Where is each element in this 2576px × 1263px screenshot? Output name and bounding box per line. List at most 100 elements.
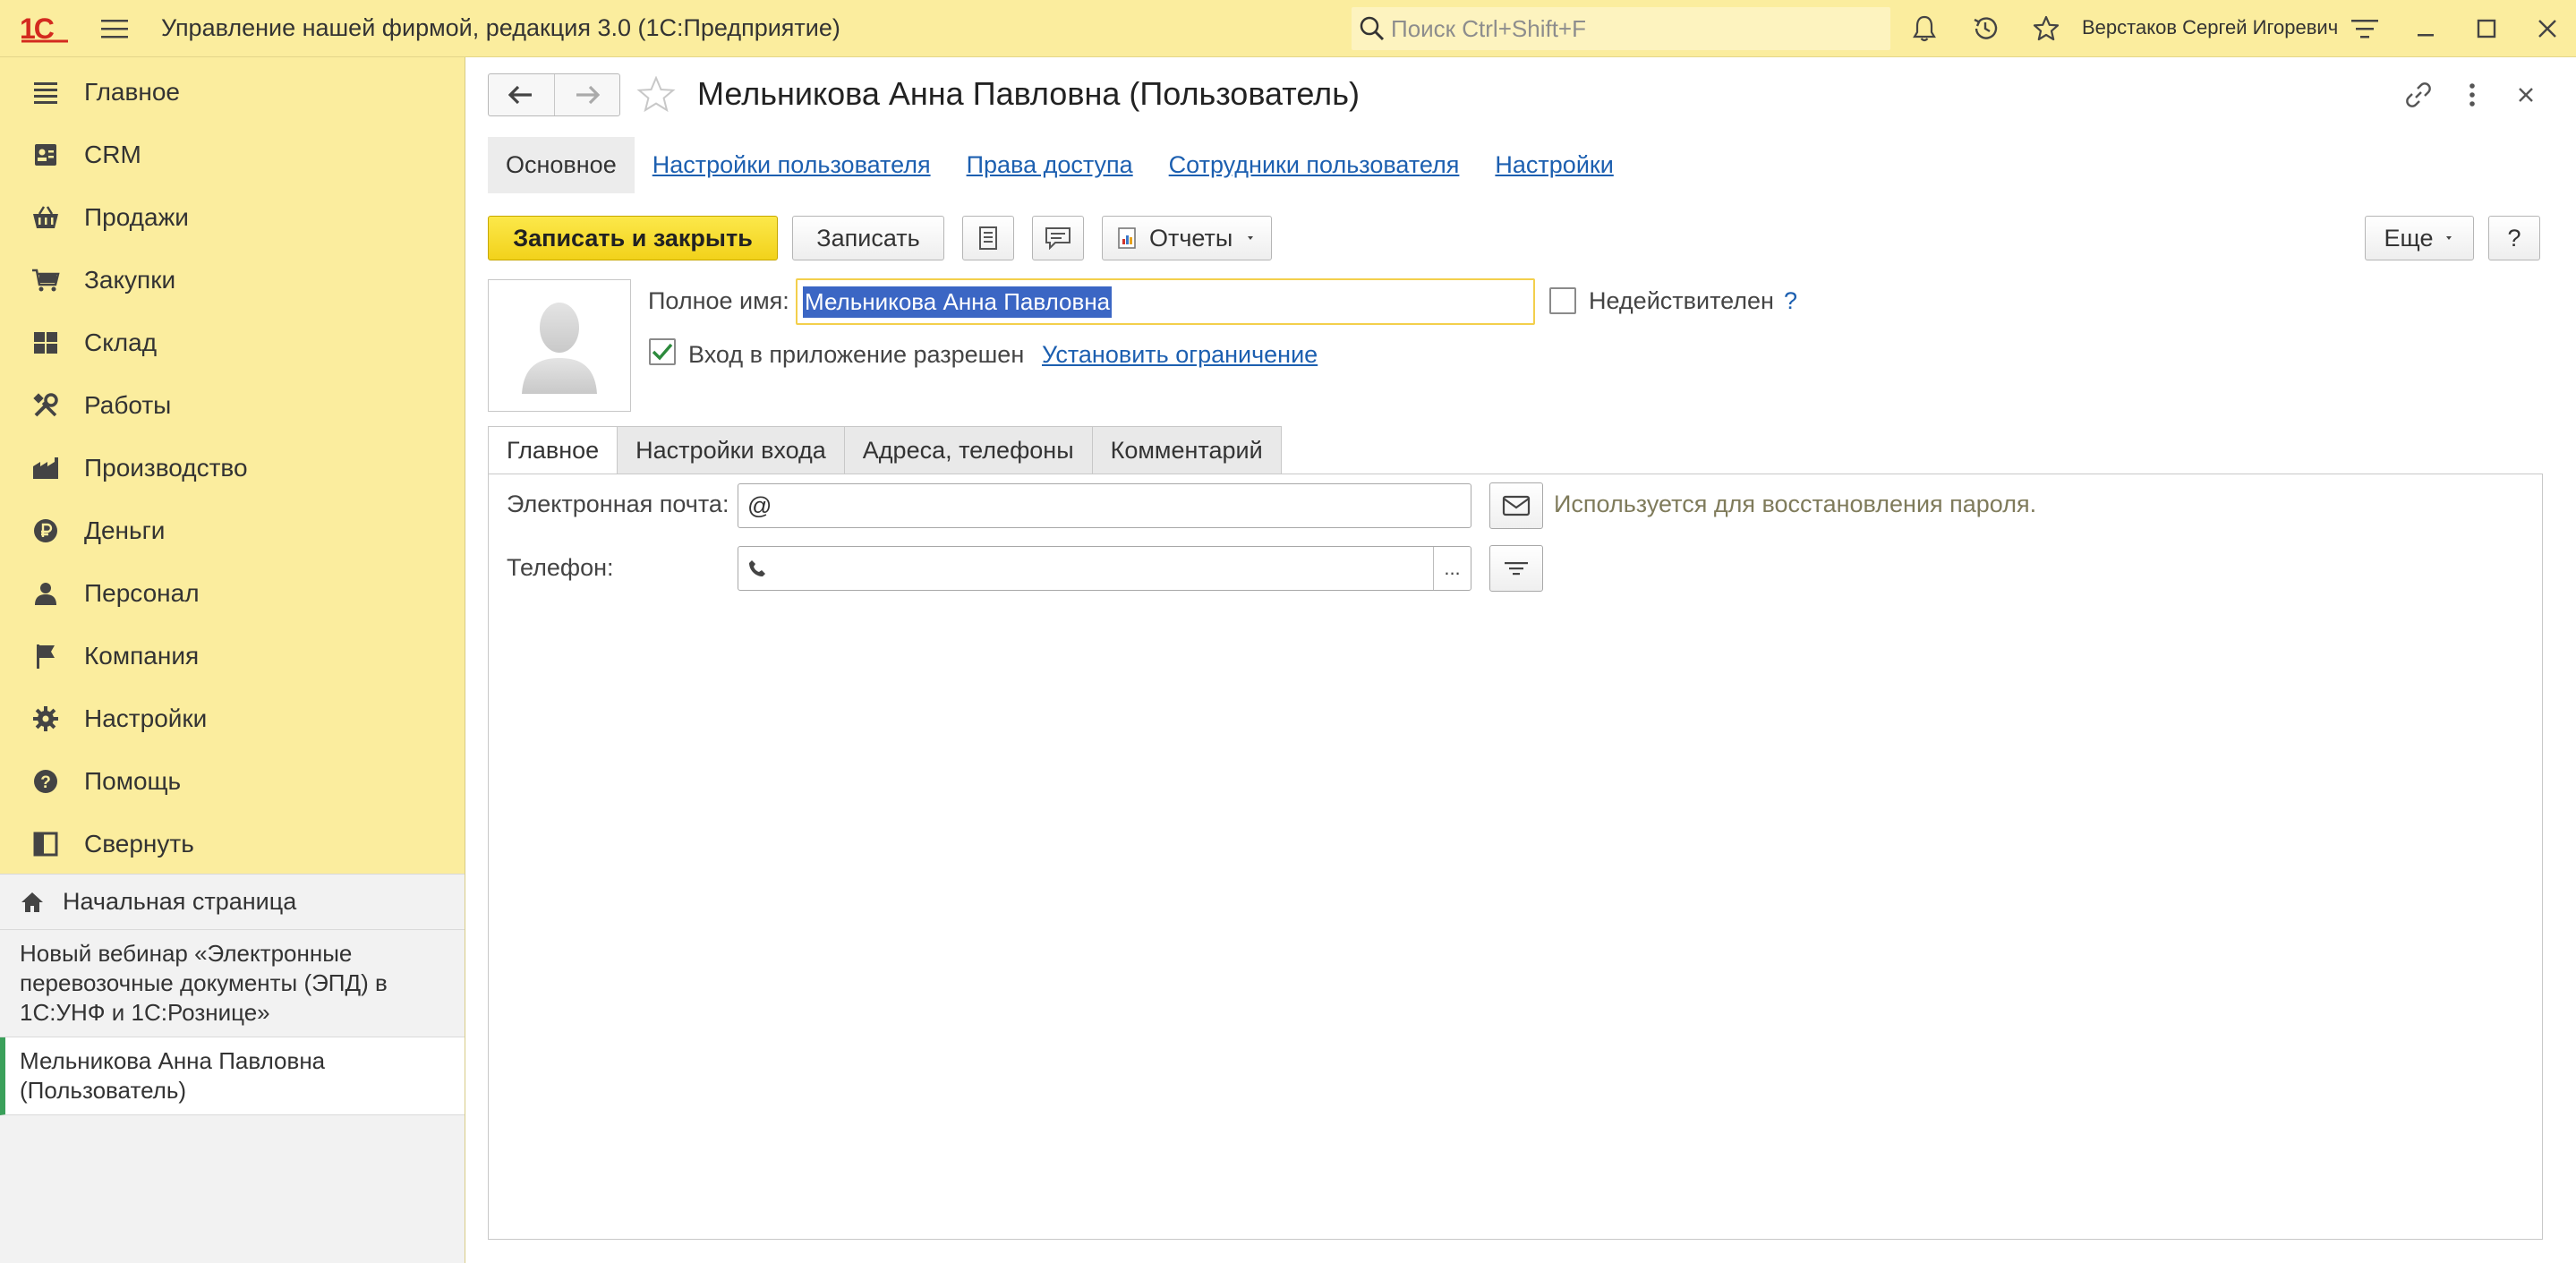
nav-link-access-rights[interactable]: Права доступа xyxy=(967,151,1133,179)
tab-page-main: Электронная почта: Используется для восс… xyxy=(488,474,2543,1240)
dropdown-arrow-icon xyxy=(2446,236,2452,240)
app-title: Управление нашей фирмой, редакция 3.0 (1… xyxy=(161,14,840,41)
favorites-button[interactable] xyxy=(2025,7,2068,50)
section-label: Работы xyxy=(84,391,172,419)
section-label: Компания xyxy=(84,642,200,670)
section-company[interactable]: Компания xyxy=(0,625,465,687)
phone-input[interactable] xyxy=(776,548,1433,589)
section-label: Закупки xyxy=(84,266,176,294)
global-search[interactable] xyxy=(1352,7,1890,50)
section-collapse[interactable]: Свернуть xyxy=(0,813,465,875)
user-form: Мельникова Анна Павловна (Пользователь) … xyxy=(466,57,2576,1263)
save-and-close-button[interactable]: Записать и закрыть xyxy=(488,216,778,260)
section-purchases[interactable]: Закупки xyxy=(0,249,465,311)
section-crm[interactable]: CRM xyxy=(0,124,465,186)
report-icon xyxy=(1118,227,1136,249)
invalid-help-link[interactable]: ? xyxy=(1784,287,1797,315)
section-help[interactable]: ? Помощь xyxy=(0,750,465,813)
section-label: Помощь xyxy=(84,767,182,795)
maximize-button[interactable] xyxy=(2465,7,2508,50)
user-photo[interactable] xyxy=(488,279,631,412)
minimize-button[interactable] xyxy=(2404,7,2447,50)
envelope-icon xyxy=(1502,495,1531,516)
section-money[interactable]: Деньги xyxy=(0,499,465,562)
email-label: Электронная почта: xyxy=(507,491,729,517)
section-label: Персонал xyxy=(84,579,200,607)
section-production[interactable]: Производство xyxy=(0,437,465,499)
search-input[interactable] xyxy=(1391,14,1874,43)
close-icon xyxy=(2538,20,2556,38)
home-icon xyxy=(20,891,48,914)
section-label: Деньги xyxy=(84,516,166,544)
open-window-item-active[interactable]: Мельникова Анна Павловна (Пользователь) xyxy=(0,1037,465,1115)
forward-button[interactable] xyxy=(553,74,620,115)
list-icon xyxy=(30,77,61,107)
form-tabs: Главное Настройки входа Адреса, телефоны… xyxy=(488,426,1282,474)
tab-comment[interactable]: Комментарий xyxy=(1091,426,1282,474)
fullname-input[interactable]: Мельникова Анна Павловна xyxy=(796,278,1535,325)
filter-lines-icon xyxy=(1505,562,1528,576)
back-button[interactable] xyxy=(489,74,554,115)
home-label: Начальная страница xyxy=(63,888,297,915)
open-windows-panel: Начальная страница Новый вебинар «Электр… xyxy=(0,874,465,1263)
email-input[interactable] xyxy=(747,485,1471,526)
phone-options-button[interactable] xyxy=(1489,545,1543,592)
section-label: Главное xyxy=(84,78,180,106)
structure-button[interactable] xyxy=(962,216,1014,260)
form-more-button[interactable] xyxy=(2451,73,2494,116)
document-list-icon xyxy=(979,226,997,250)
search-icon xyxy=(1360,16,1385,41)
main-menu-button[interactable] xyxy=(90,4,140,54)
close-form-button[interactable] xyxy=(2504,73,2547,116)
section-settings[interactable]: Настройки xyxy=(0,687,465,750)
close-window-button[interactable] xyxy=(2526,7,2569,50)
discussion-button[interactable] xyxy=(1032,216,1084,260)
tab-addresses-phones[interactable]: Адреса, телефоны xyxy=(843,426,1093,474)
star-outline-icon xyxy=(636,76,676,113)
reports-dropdown[interactable]: Отчеты xyxy=(1102,216,1272,260)
invalid-label: Недействителен xyxy=(1589,287,1774,314)
tools-icon xyxy=(30,390,61,421)
checkmark-icon xyxy=(652,343,673,361)
section-personnel[interactable]: Персонал xyxy=(0,562,465,625)
email-field[interactable] xyxy=(738,483,1471,528)
help-button[interactable]: ? xyxy=(2488,216,2540,260)
phone-select-button[interactable]: ... xyxy=(1433,547,1471,590)
save-button[interactable]: Записать xyxy=(792,216,944,260)
section-works[interactable]: Работы xyxy=(0,374,465,437)
fullname-value: Мельникова Анна Павловна xyxy=(803,286,1113,318)
nav-link-user-employees[interactable]: Сотрудники пользователя xyxy=(1169,151,1460,179)
settings-menu-button[interactable] xyxy=(2343,7,2386,50)
email-hint: Используется для восстановления пароля. xyxy=(1554,491,2037,517)
section-label: Склад xyxy=(84,329,158,356)
notifications-button[interactable] xyxy=(1903,7,1946,50)
home-page-link[interactable]: Начальная страница xyxy=(0,875,465,930)
open-window-item[interactable]: Новый вебинар «Электронные перевозочные … xyxy=(0,930,465,1037)
invalid-checkbox[interactable] xyxy=(1549,287,1576,314)
add-to-favorites-button[interactable] xyxy=(635,73,678,116)
phone-label: Телефон: xyxy=(507,554,614,581)
section-main[interactable]: Главное xyxy=(0,61,465,124)
section-warehouse[interactable]: Склад xyxy=(0,311,465,374)
section-sales[interactable]: Продажи xyxy=(0,186,465,249)
history-button[interactable] xyxy=(1964,7,2007,50)
current-user[interactable]: Верстаков Сергей Игоревич xyxy=(2082,16,2338,39)
avatar-placeholder-icon xyxy=(522,303,597,394)
tab-main[interactable]: Главное xyxy=(488,426,618,474)
more-actions-dropdown[interactable]: Еще xyxy=(2365,216,2474,260)
nav-link-user-settings[interactable]: Настройки пользователя xyxy=(653,151,931,179)
nav-link-main[interactable]: Основное xyxy=(488,136,635,193)
phone-field[interactable]: ... xyxy=(738,546,1471,591)
form-navigation-panel: Основное Настройки пользователя Права до… xyxy=(488,136,1650,193)
nav-link-settings[interactable]: Настройки xyxy=(1495,151,1613,179)
close-icon xyxy=(2519,88,2533,102)
section-label: Продажи xyxy=(84,203,189,231)
warehouse-icon xyxy=(30,328,61,358)
tab-login-settings[interactable]: Настройки входа xyxy=(617,426,845,474)
set-restriction-link[interactable]: Установить ограничение xyxy=(1042,341,1318,369)
send-email-button[interactable] xyxy=(1489,482,1543,529)
get-link-button[interactable] xyxy=(2397,73,2440,116)
login-allowed-checkbox[interactable] xyxy=(649,338,676,365)
section-label: Производство xyxy=(84,454,248,482)
arrow-right-icon xyxy=(576,85,600,105)
